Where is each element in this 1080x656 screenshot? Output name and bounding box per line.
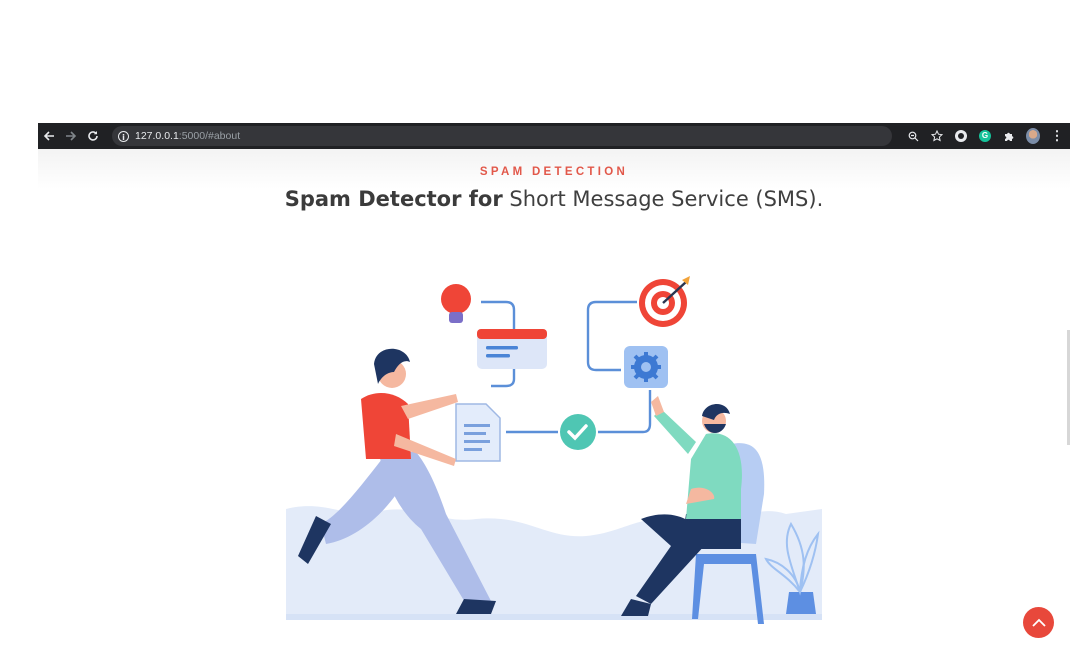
message-card-icon (477, 329, 547, 369)
extension-grammarly-button[interactable]: G (978, 129, 992, 143)
reload-icon (88, 131, 98, 141)
about-section: SPAM DETECTION Spam Detector for Short M… (38, 149, 1070, 656)
arrow-right-icon (66, 131, 77, 141)
back-to-top-button[interactable] (1023, 607, 1054, 638)
section-title-bold: Spam Detector for (284, 187, 503, 211)
spam-detection-illustration (286, 276, 822, 624)
extensions-button[interactable] (1002, 129, 1016, 143)
forward-button[interactable] (60, 125, 82, 147)
section-title-light: Short Message Service (SMS). (502, 187, 824, 211)
browser-toolbar: i 127.0.0.1:5000/#about G ⋮ (38, 123, 1070, 149)
url-text: 127.0.0.1:5000/#about (135, 130, 240, 142)
section-eyebrow: SPAM DETECTION (479, 166, 629, 178)
section-title: Spam Detector for Short Message Service … (38, 187, 1070, 211)
info-icon[interactable]: i (118, 130, 129, 142)
document-icon (455, 403, 501, 462)
arrow-left-icon (43, 131, 54, 141)
avatar (1026, 128, 1040, 144)
grammarly-icon: G (979, 130, 991, 142)
check-circle-icon (560, 414, 596, 450)
menu-button[interactable]: ⋮ (1050, 128, 1064, 143)
zoom-button[interactable] (906, 129, 920, 143)
zoom-icon (908, 131, 918, 141)
url-host: 127.0.0.1 (135, 130, 179, 142)
star-icon (931, 130, 943, 142)
url-path: :5000/#about (178, 130, 241, 142)
page-scrollbar[interactable] (1067, 330, 1070, 445)
target-icon (639, 276, 690, 327)
puzzle-icon (1005, 132, 1014, 141)
address-bar[interactable]: i 127.0.0.1:5000/#about (112, 126, 892, 146)
toolbar-actions: G ⋮ (906, 123, 1064, 149)
gear-icon (624, 346, 668, 388)
back-button[interactable] (38, 125, 60, 147)
chevron-up-icon (1031, 618, 1046, 627)
reload-button[interactable] (82, 125, 104, 147)
extension-record-button[interactable] (954, 129, 968, 143)
lightbulb-icon (441, 284, 471, 314)
bookmark-button[interactable] (930, 129, 944, 143)
record-icon (955, 130, 967, 142)
profile-button[interactable] (1026, 128, 1040, 144)
kebab-icon: ⋮ (1050, 128, 1064, 143)
